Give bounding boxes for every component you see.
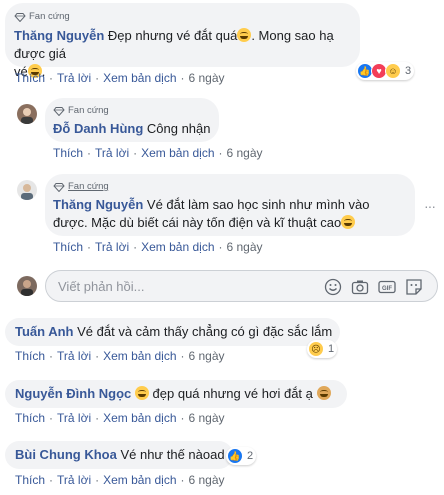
fan-badge: Fan cứng bbox=[14, 8, 70, 26]
comment-bubble: Nguyễn Đình Ngọc đẹp quá nhưng vé hơi đắ… bbox=[5, 380, 347, 408]
like-link[interactable]: Thích bbox=[15, 473, 45, 487]
comment-actions: Thích · Trả lời · Xem bản dịch · 6 ngày bbox=[15, 411, 225, 425]
commenter-name[interactable]: Bùi Chung Khoa bbox=[15, 447, 117, 462]
timestamp[interactable]: 6 ngày bbox=[189, 71, 225, 85]
comment-text: Nguyễn Đình Ngọc đẹp quá nhưng vé hơi đắ… bbox=[15, 385, 331, 403]
reaction-summary[interactable]: ☹ 1 bbox=[307, 340, 338, 358]
gif-icon[interactable]: GIF bbox=[378, 278, 396, 296]
svg-text:GIF: GIF bbox=[382, 286, 392, 292]
diamond-icon bbox=[53, 106, 65, 116]
reaction-summary[interactable]: 👍 2 bbox=[226, 447, 257, 465]
timestamp[interactable]: 6 ngày bbox=[227, 146, 263, 160]
reply-link[interactable]: Trả lời bbox=[57, 473, 91, 487]
fan-badge: Fan cứng bbox=[53, 102, 109, 120]
reaction-summary[interactable]: 👍 ♥ ☺ 3 bbox=[356, 62, 415, 80]
like-link[interactable]: Thích bbox=[15, 71, 45, 85]
commenter-name[interactable]: Thăng Nguyễn bbox=[14, 28, 104, 43]
timestamp[interactable]: 6 ngày bbox=[189, 411, 225, 425]
comment-actions: Thích · Trả lời · Xem bản dịch · 6 ngày bbox=[15, 349, 225, 363]
diamond-icon bbox=[53, 182, 65, 192]
reply-actions: Thích · Trả lời · Xem bản dịch · 6 ngày bbox=[53, 146, 263, 160]
sad-reaction-icon: ☹ bbox=[308, 341, 324, 357]
reply-text: Thăng Nguyễn Vé đắt làm sao học sinh như… bbox=[53, 197, 370, 230]
sticker-icon[interactable] bbox=[405, 278, 423, 296]
avatar[interactable] bbox=[17, 180, 37, 200]
reply-link[interactable]: Trả lời bbox=[57, 349, 91, 363]
translate-link[interactable]: Xem bản dịch bbox=[103, 411, 176, 425]
comment-text: Bùi Chung Khoa Vé như thế nàoad bbox=[15, 447, 225, 462]
commenter-name[interactable]: Đỗ Danh Hùng bbox=[53, 121, 143, 136]
reply-bubble: Fan cứng Thăng Nguyễn Vé đắt làm sao học… bbox=[45, 174, 415, 236]
translate-link[interactable]: Xem bản dịch bbox=[103, 71, 176, 85]
reply-link[interactable]: Trả lời bbox=[95, 240, 129, 254]
timestamp[interactable]: 6 ngày bbox=[227, 240, 263, 254]
more-options-icon[interactable]: ··· bbox=[424, 198, 436, 214]
reply-input-box[interactable]: GIF bbox=[45, 270, 438, 302]
like-reaction-icon: 👍 bbox=[227, 448, 243, 464]
my-avatar[interactable] bbox=[17, 276, 37, 296]
translate-link[interactable]: Xem bản dịch bbox=[103, 473, 176, 487]
reply-actions: Thích · Trả lời · Xem bản dịch · 6 ngày bbox=[53, 240, 263, 254]
translate-link[interactable]: Xem bản dịch bbox=[103, 349, 176, 363]
comment-bubble: Tuấn Anh Vé đắt và cảm thấy chẳng có gì … bbox=[5, 318, 340, 346]
camera-icon[interactable] bbox=[351, 278, 369, 296]
fan-badge: Fan cứng bbox=[53, 178, 109, 196]
like-link[interactable]: Thích bbox=[15, 411, 45, 425]
reply-bubble: Fan cứng Đỗ Danh Hùng Công nhận bbox=[45, 98, 219, 142]
reply-text: Đỗ Danh Hùng Công nhận bbox=[53, 121, 211, 136]
timestamp[interactable]: 6 ngày bbox=[189, 349, 225, 363]
reply-input[interactable] bbox=[56, 278, 310, 295]
translate-link[interactable]: Xem bản dịch bbox=[141, 240, 214, 254]
reply-link[interactable]: Trả lời bbox=[57, 71, 91, 85]
reply-link[interactable]: Trả lời bbox=[57, 411, 91, 425]
commenter-name[interactable]: Nguyễn Đình Ngọc bbox=[15, 386, 131, 401]
cookie-emoji-icon bbox=[316, 386, 331, 400]
reply-link[interactable]: Trả lời bbox=[95, 146, 129, 160]
comment-text: Tuấn Anh Vé đắt và cảm thấy chẳng có gì … bbox=[15, 324, 333, 339]
like-link[interactable]: Thích bbox=[53, 240, 83, 254]
translate-link[interactable]: Xem bản dịch bbox=[141, 146, 214, 160]
timestamp[interactable]: 6 ngày bbox=[189, 473, 225, 487]
comment-bubble: Fan cứng Thăng Nguyễn Đẹp nhưng vé đắt q… bbox=[5, 3, 360, 79]
comment-bubble: Bùi Chung Khoa Vé như thế nàoad bbox=[5, 441, 233, 469]
like-link[interactable]: Thích bbox=[53, 146, 83, 160]
comment-actions: Thích · Trả lời · Xem bản dịch · 6 ngày bbox=[15, 473, 225, 487]
grin-emoji-icon bbox=[237, 28, 252, 42]
commenter-name[interactable]: Thăng Nguyễn bbox=[53, 197, 143, 212]
diamond-icon bbox=[14, 12, 26, 22]
like-link[interactable]: Thích bbox=[15, 349, 45, 363]
kiss-emoji-icon bbox=[134, 386, 149, 400]
comment-actions: Thích · Trả lời · Xem bản dịch · 6 ngày bbox=[15, 71, 225, 85]
avatar[interactable] bbox=[17, 104, 37, 124]
haha-reaction-icon: ☺ bbox=[385, 63, 401, 79]
commenter-name[interactable]: Tuấn Anh bbox=[15, 324, 74, 339]
grin-emoji-icon bbox=[341, 215, 356, 229]
emoji-icon[interactable] bbox=[324, 278, 342, 296]
